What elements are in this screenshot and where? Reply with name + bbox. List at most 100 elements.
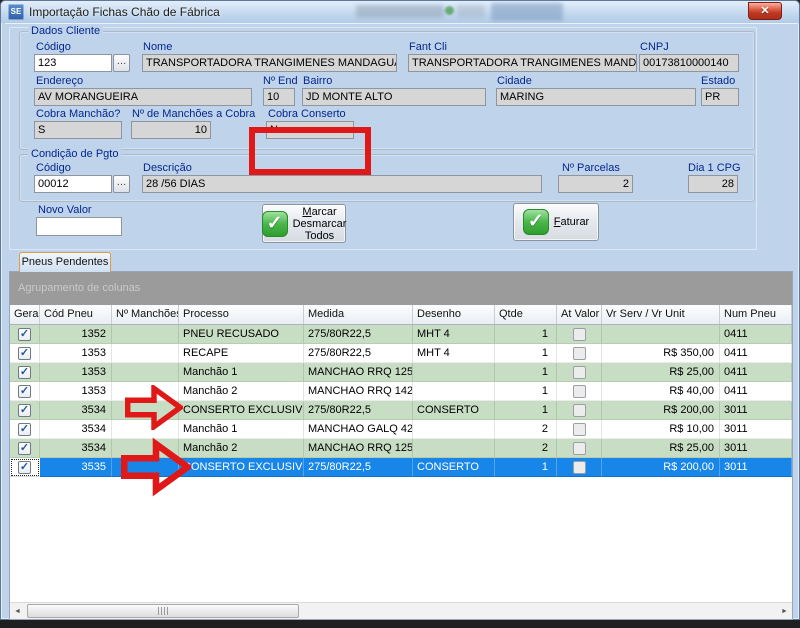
browse-pgto-button[interactable]: … — [113, 175, 130, 193]
scroll-right-icon[interactable]: ► — [777, 604, 792, 619]
at-valor-checkbox[interactable] — [573, 385, 586, 398]
codigo-field[interactable]: 123 — [34, 54, 112, 72]
groupbox-condicao-pgto: Condição de Pgto Código 00012 … Descriçã… — [19, 154, 755, 202]
browse-codigo-button[interactable]: … — [113, 54, 130, 72]
cell-vr-serv — [602, 325, 720, 344]
cnpj-field[interactable]: 00173810000140 — [639, 54, 739, 72]
cell-desenho — [413, 439, 495, 458]
gera-checkbox[interactable]: ✓ — [18, 366, 31, 379]
table-row[interactable]: ✓1353Manchão 2MANCHAO RRQ 1421R$ 40,0004… — [10, 382, 792, 401]
gera-cell: ✓ — [10, 363, 40, 382]
cell-desenho — [413, 363, 495, 382]
at-valor-cell — [557, 344, 602, 363]
cell-n-manchoes — [112, 439, 179, 458]
at-valor-checkbox[interactable] — [573, 366, 586, 379]
table-row[interactable]: ✓3534Manchão 1MANCHAO GALQ 422R$ 10,0030… — [10, 420, 792, 439]
table-row[interactable]: ✓3534CONSERTO EXCLUSIVO275/80R22,5CONSER… — [10, 401, 792, 420]
cell-desenho: CONSERTO — [413, 458, 495, 477]
cell-cod-pneu: 1353 — [40, 382, 112, 401]
table-row[interactable]: ✓1352PNEU RECUSADO275/80R22,5MHT 410411 — [10, 325, 792, 344]
pgto-codigo-field[interactable]: 00012 — [34, 175, 112, 193]
gera-checkbox[interactable]: ✓ — [18, 328, 31, 341]
descricao-field[interactable]: 28 /56 DIAS — [142, 175, 542, 193]
tab-pneus-pendentes[interactable]: Pneus Pendentes — [19, 252, 111, 272]
pgto-codigo-label: Código — [36, 162, 71, 174]
num-parcelas-field[interactable]: 2 — [558, 175, 633, 193]
bairro-label: Bairro — [303, 75, 332, 87]
column-header[interactable]: Desenho — [413, 305, 495, 324]
column-header[interactable]: Cód Pneu — [40, 305, 112, 324]
table-row[interactable]: ✓1353Manchão 1MANCHAO RRQ 1251R$ 25,0004… — [10, 363, 792, 382]
cobra-manchao-field[interactable]: S — [34, 121, 122, 139]
column-header[interactable]: Processo — [179, 305, 304, 324]
gera-cell: ✓ — [10, 420, 40, 439]
at-valor-checkbox[interactable] — [573, 404, 586, 417]
gera-checkbox[interactable]: ✓ — [18, 461, 31, 474]
gera-checkbox[interactable]: ✓ — [18, 423, 31, 436]
column-header[interactable]: Qtde — [495, 305, 557, 324]
cell-medida: MANCHAO RRQ 125 — [304, 363, 413, 382]
column-header[interactable]: Vr Serv / Vr Unit — [602, 305, 720, 324]
gera-checkbox[interactable]: ✓ — [18, 385, 31, 398]
estado-field[interactable]: PR — [701, 88, 739, 106]
window-content: Dados Cliente Código 123 … Nome TRANSPOR… — [5, 23, 797, 616]
gera-checkbox[interactable]: ✓ — [18, 442, 31, 455]
column-header[interactable]: Gera? — [10, 305, 40, 324]
endereco-field[interactable]: AV MORANGUEIRA — [34, 88, 252, 106]
num-parcelas-label: Nº Parcelas — [562, 162, 620, 174]
pneus-pendentes-panel: Agrupamento de colunas Gera?Cód PneuNº M… — [9, 271, 793, 620]
num-end-field[interactable]: 10 — [263, 88, 295, 106]
cell-processo: CONSERTO EXCLUSIVO — [179, 458, 304, 477]
cell-n-manchoes — [112, 325, 179, 344]
cell-processo: RECAPE — [179, 344, 304, 363]
cobra-conserto-field[interactable]: N — [266, 121, 354, 139]
at-valor-cell — [557, 420, 602, 439]
at-valor-checkbox[interactable] — [573, 442, 586, 455]
cell-medida: MANCHAO RRQ 125 — [304, 439, 413, 458]
marcar-desmarcar-todos-button[interactable]: ✓ Marcar Desmarcar Todos — [262, 204, 346, 243]
cell-qtde: 2 — [495, 420, 557, 439]
cell-desenho — [413, 382, 495, 401]
fant-cli-field[interactable]: TRANSPORTADORA TRANGIMENES MANDAGUA — [408, 54, 637, 72]
at-valor-checkbox[interactable] — [573, 347, 586, 360]
column-header[interactable]: Num Pneu — [720, 305, 792, 324]
novo-valor-input[interactable] — [36, 217, 122, 236]
at-valor-checkbox[interactable] — [573, 328, 586, 341]
gera-checkbox[interactable]: ✓ — [18, 404, 31, 417]
cell-qtde: 1 — [495, 325, 557, 344]
faturar-button[interactable]: ✓ Faturar — [513, 203, 599, 241]
cell-num-pneu: 0411 — [720, 344, 792, 363]
gera-cell: ✓ — [10, 458, 40, 477]
nome-label: Nome — [143, 41, 172, 53]
bairro-field[interactable]: JD MONTE ALTO — [302, 88, 486, 106]
horizontal-scrollbar[interactable]: ◄ ► — [10, 602, 792, 619]
num-manchoes-field[interactable]: 10 — [131, 121, 211, 139]
cell-cod-pneu: 3535 — [40, 458, 112, 477]
gera-cell: ✓ — [10, 439, 40, 458]
scrollbar-thumb[interactable] — [27, 604, 299, 618]
cell-medida: 275/80R22,5 — [304, 458, 413, 477]
cell-cod-pneu: 1352 — [40, 325, 112, 344]
column-header[interactable]: Medida — [304, 305, 413, 324]
table-row[interactable]: ✓1353RECAPE275/80R22,5MHT 41R$ 350,00041… — [10, 344, 792, 363]
cell-medida: 275/80R22,5 — [304, 325, 413, 344]
table-row[interactable]: ✓ 3535 CONSERTO EXCLUSIVO275/80R22,5CONSER… — [10, 458, 792, 477]
close-icon[interactable]: ✕ — [748, 2, 782, 20]
cell-processo: Manchão 1 — [179, 420, 304, 439]
at-valor-cell — [557, 439, 602, 458]
nome-field[interactable]: TRANSPORTADORA TRANGIMENES MANDAGUA€J — [142, 54, 397, 72]
cell-n-manchoes — [112, 382, 179, 401]
dia-1-cpg-field[interactable]: 28 — [688, 175, 738, 193]
column-header[interactable]: At Valor — [557, 305, 602, 324]
gera-checkbox[interactable]: ✓ — [18, 347, 31, 360]
table-row[interactable]: ✓3534Manchão 2MANCHAO RRQ 1252R$ 25,0030… — [10, 439, 792, 458]
groupbox-dados-cliente: Dados Cliente Código 123 … Nome TRANSPOR… — [19, 31, 755, 150]
cell-n-manchoes — [112, 344, 179, 363]
scroll-left-icon[interactable]: ◄ — [10, 604, 25, 619]
at-valor-checkbox[interactable] — [573, 461, 586, 474]
grid-grouping-band[interactable]: Agrupamento de colunas — [10, 272, 792, 305]
at-valor-checkbox[interactable] — [573, 423, 586, 436]
cnpj-label: CNPJ — [640, 41, 669, 53]
cidade-field[interactable]: MARING — [496, 88, 696, 106]
column-header[interactable]: Nº Manchões — [112, 305, 179, 324]
